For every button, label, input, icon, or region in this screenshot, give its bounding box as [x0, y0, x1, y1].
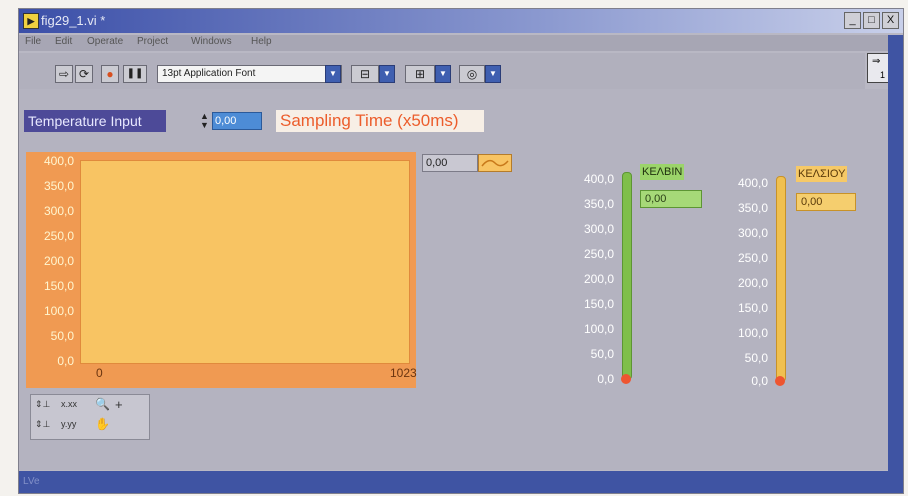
connector-glyph-icon: ⇒ [872, 56, 881, 67]
menu-windows[interactable]: Windows [191, 36, 232, 47]
scale-label: 200,0 [737, 276, 768, 290]
y-format-icon[interactable]: y.yy [61, 419, 76, 429]
run-button[interactable]: ⇨ [55, 65, 73, 83]
menu-operate[interactable]: Operate [87, 36, 123, 47]
reorder-dropdown-arrow[interactable]: ▼ [485, 65, 501, 83]
celsius-label: ΚΕΛΣΙΟΥ [796, 166, 848, 182]
kelvin-thermometer-bulb [621, 374, 631, 384]
waveform-swatch-icon [481, 159, 509, 167]
y-tick-label: 0,0 [57, 354, 74, 368]
scale-label: 300,0 [583, 222, 614, 236]
scale-label: 250,0 [583, 247, 614, 261]
cursor-cross-icon[interactable]: + [115, 397, 123, 412]
kelvin-value-display: 0,00 [640, 190, 702, 208]
scale-label: 350,0 [737, 201, 768, 215]
status-label: LVe [23, 476, 40, 487]
window-title: fig29_1.vi * [41, 13, 106, 28]
title-bar[interactable]: ▶ fig29_1.vi * _ □ X [19, 9, 903, 33]
menu-bar: File Edit Operate Project Windows Help [19, 35, 903, 51]
pan-hand-icon[interactable]: ✋ [95, 417, 110, 431]
toolbar: ⇨ ⟳ ● ❚❚ 13pt Application Font ▼ ⊟ ▼ ⊞ ▼… [19, 53, 865, 89]
horizontal-scrollbar[interactable]: LVe [19, 471, 903, 493]
y-tick-label: 350,0 [43, 179, 74, 193]
temperature-input-label: Temperature Input [24, 110, 166, 132]
scale-label: 400,0 [583, 172, 614, 186]
x-tick-label-min: 0 [96, 366, 103, 380]
y-tick-label: 200,0 [43, 254, 74, 268]
y-tick-label: 250,0 [43, 229, 74, 243]
menu-file[interactable]: File [25, 36, 41, 47]
increment-decrement-arrows[interactable]: ▲ ▼ [200, 112, 210, 130]
connector-number: 1 [880, 70, 886, 80]
celsius-thermometer-bulb [775, 376, 785, 386]
y-tick-label: 50,0 [50, 329, 74, 343]
kelvin-label: ΚΕΛΒΙΝ [640, 164, 685, 180]
y-tick-label: 400,0 [43, 154, 74, 168]
x-format-icon[interactable]: x.xx [61, 399, 77, 409]
maximize-button[interactable]: □ [863, 12, 880, 29]
chart-plot-area[interactable] [80, 160, 410, 364]
scale-label: 300,0 [737, 226, 768, 240]
minimize-button[interactable]: _ [844, 12, 861, 29]
celsius-thermometer [776, 176, 786, 382]
align-dropdown-arrow[interactable]: ▼ [379, 65, 395, 83]
y-tick-label: 300,0 [43, 204, 74, 218]
scale-label: 350,0 [583, 197, 614, 211]
vertical-scrollbar[interactable] [888, 35, 903, 475]
menu-help[interactable]: Help [251, 36, 272, 47]
scale-label: 100,0 [583, 322, 614, 336]
celsius-value-display: 0,00 [796, 193, 856, 211]
reorder-icon[interactable]: ◎ [459, 65, 485, 83]
kelvin-thermometer [622, 172, 632, 380]
y-tick-label: 100,0 [43, 304, 74, 318]
scale-label: 0,0 [597, 372, 614, 386]
menu-project[interactable]: Project [137, 36, 168, 47]
zoom-icon[interactable]: 🔍 [95, 397, 110, 411]
graph-palette: ⇕⊥ x.xx 🔍 + ⇕⊥ y.yy ✋ [30, 394, 150, 440]
scale-label: 400,0 [737, 176, 768, 190]
chart-digital-display: 0,00 [422, 154, 478, 172]
font-selector[interactable]: 13pt Application Font [157, 65, 342, 83]
x-tick-label-max: 1023 [390, 366, 417, 380]
abort-button[interactable]: ● [101, 65, 119, 83]
y-tick-label: 150,0 [43, 279, 74, 293]
sampling-time-input[interactable]: 0,00 [212, 112, 262, 130]
distribute-objects-icon[interactable]: ⊞ [405, 65, 435, 83]
scale-label: 200,0 [583, 272, 614, 286]
scale-label: 250,0 [737, 251, 768, 265]
scale-label: 150,0 [583, 297, 614, 311]
sampling-time-label: Sampling Time (x50ms) [276, 110, 484, 132]
close-button[interactable]: X [882, 12, 899, 29]
distribute-dropdown-arrow[interactable]: ▼ [435, 65, 451, 83]
sampling-time-control: ▲ ▼ 0,00 [200, 112, 262, 130]
scale-label: 100,0 [737, 326, 768, 340]
vi-icon: ▶ [23, 13, 39, 29]
scale-label: 50,0 [590, 347, 614, 361]
run-continuously-button[interactable]: ⟳ [75, 65, 93, 83]
font-dropdown-arrow[interactable]: ▼ [325, 65, 341, 83]
scale-label: 0,0 [751, 374, 768, 388]
x-autoscale-icon[interactable]: ⇕⊥ [35, 399, 50, 410]
waveform-chart: 400,0 350,0 300,0 250,0 200,0 150,0 100,… [26, 152, 417, 388]
align-objects-icon[interactable]: ⊟ [351, 65, 379, 83]
plot-legend[interactable] [478, 154, 512, 172]
pause-button[interactable]: ❚❚ [123, 65, 147, 83]
y-autoscale-icon[interactable]: ⇕⊥ [35, 419, 50, 430]
scale-label: 150,0 [737, 301, 768, 315]
scale-label: 50,0 [744, 351, 768, 365]
menu-edit[interactable]: Edit [55, 36, 72, 47]
